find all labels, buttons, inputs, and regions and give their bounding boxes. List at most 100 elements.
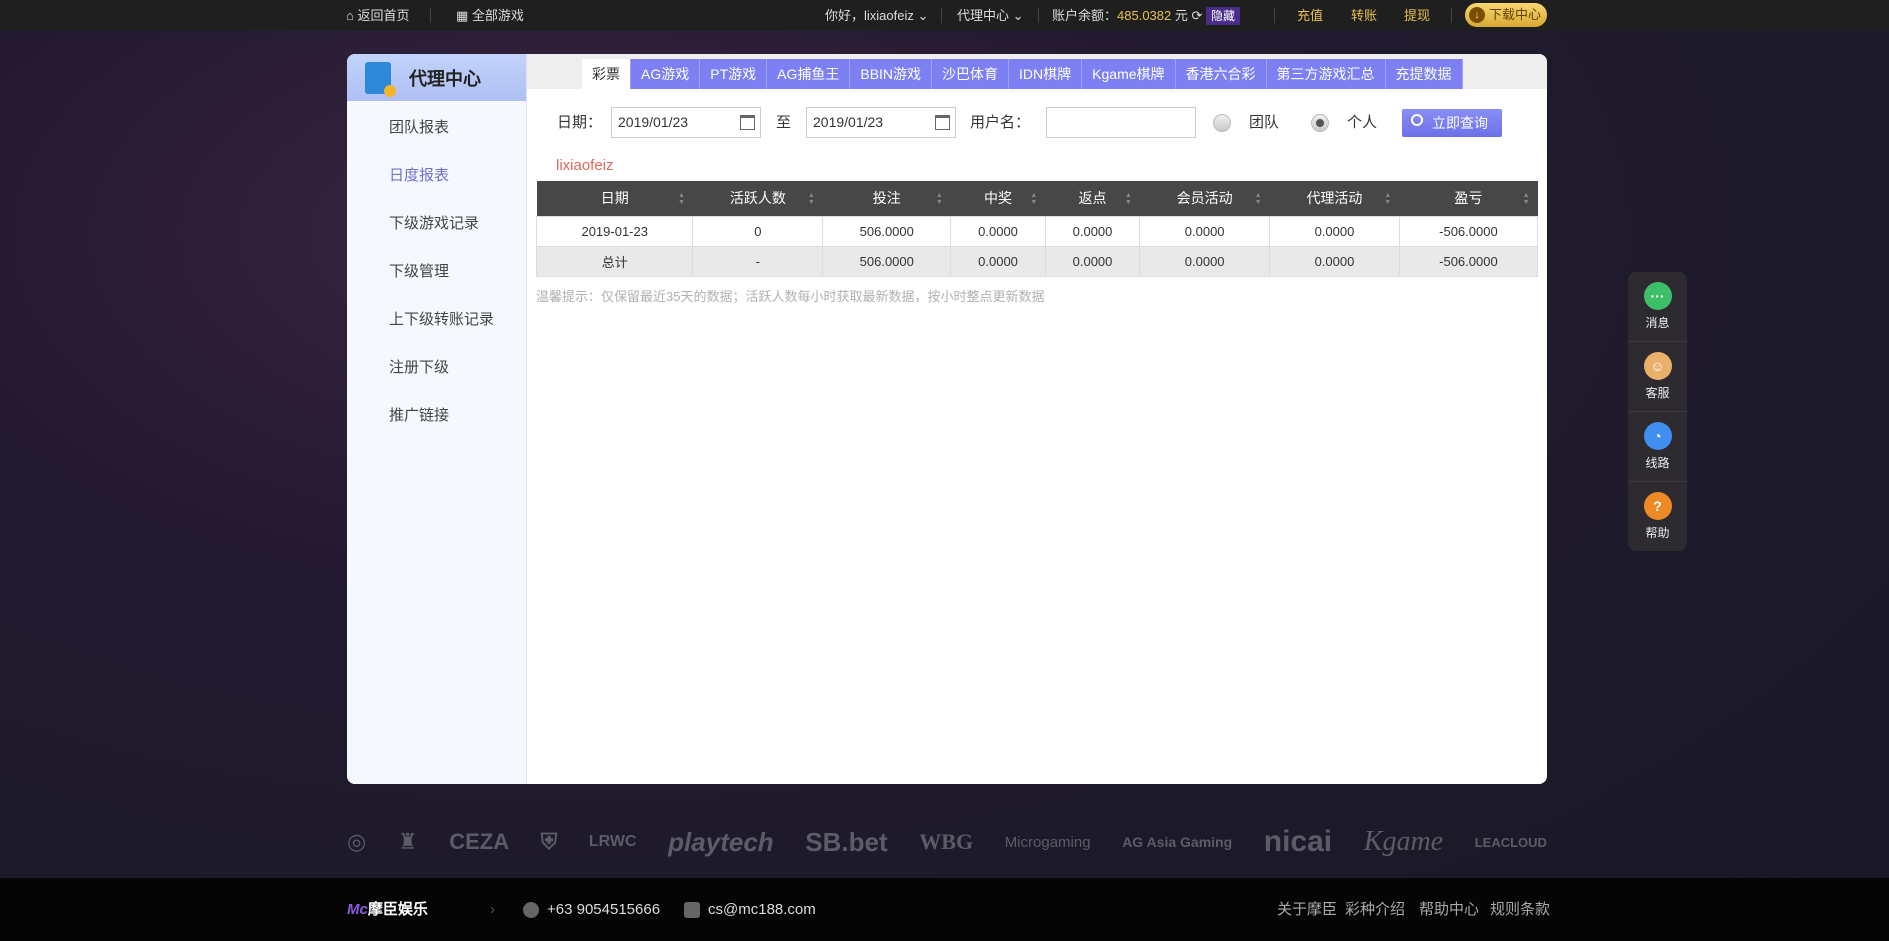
transfer-link[interactable]: 转账 (1351, 0, 1377, 31)
table-cell: 2019-01-23 (535, 215, 694, 247)
column-header[interactable]: 会员活动 ▲ ▼ (1139, 181, 1270, 216)
hide-balance-button[interactable]: 隐藏 (1206, 7, 1241, 25)
sidebar-item-register-sub[interactable]: 注册下级 (389, 356, 449, 377)
message-label: 消息 (1645, 316, 1670, 330)
email-address: cs@mc188.com (708, 901, 816, 918)
home-link[interactable]: ⌂ 返回首页 (346, 0, 409, 31)
help-button[interactable]: ? 帮助 (1628, 482, 1687, 552)
sort-icon[interactable]: ▲ ▼ (1255, 192, 1262, 206)
column-header[interactable]: 盈亏 ▲ ▼ (1399, 181, 1538, 216)
tab-deposit-withdraw-data[interactable]: 充提数据 (1385, 59, 1463, 89)
column-header[interactable]: 活跃人数 ▲ ▼ (692, 181, 823, 216)
sidebar-item-promo-link[interactable]: 推广链接 (389, 404, 449, 425)
sort-icon[interactable]: ▲ ▼ (808, 192, 815, 206)
partner-logo: WBG (919, 829, 974, 854)
tab-kgame-chess[interactable]: Kgame棋牌 (1082, 59, 1176, 89)
home-icon: ⌂ (346, 8, 358, 23)
chevron-down-icon: ⌄ (917, 8, 929, 23)
balance-label: 账户余额： (1052, 8, 1118, 23)
sort-icon[interactable]: ▲ ▼ (1125, 192, 1132, 206)
table-cell: 0 (692, 215, 824, 247)
column-header-label: 中奖 (984, 190, 1013, 207)
footer-link-rules[interactable]: 规则条款 (1490, 878, 1550, 941)
withdraw-link[interactable]: 提现 (1404, 0, 1430, 31)
balance: 账户余额：485.0382 元 ⟳ 隐藏 (1052, 0, 1241, 31)
filter-form: 日期： 2019/01/23 至 2019/01/23 用户名： 团队 个人 立… (552, 107, 1532, 139)
tab-idn-chess[interactable]: IDN棋牌 (1009, 59, 1083, 89)
partner-logo: LEACLOUD (1474, 834, 1547, 850)
column-header[interactable]: 返点 ▲ ▼ (1045, 181, 1140, 216)
agent-center-menu[interactable]: 代理中心 ⌄ (957, 0, 1024, 31)
tab-ag-games[interactable]: AG游戏 (631, 59, 701, 89)
all-games-link[interactable]: ▦ 全部游戏 (456, 0, 524, 31)
deposit-link[interactable]: 充值 (1297, 0, 1323, 31)
date-to-input[interactable]: 2019/01/23 (806, 107, 956, 138)
sidebar-item-team-report[interactable]: 团队报表 (389, 116, 449, 137)
footer-link-help-center[interactable]: 帮助中心 (1419, 878, 1479, 941)
to-label: 至 (776, 114, 792, 131)
sidebar-item-transfer-records[interactable]: 上下级转账记录 (389, 308, 494, 329)
partner-logo: Kgame (1363, 826, 1444, 857)
partner-logo: playtech (668, 826, 774, 857)
column-header-label: 活跃人数 (729, 190, 786, 207)
agent-center-label: 代理中心 (957, 8, 1010, 23)
download-center-button[interactable]: ↓ 下载中心 (1465, 3, 1547, 27)
tip-text: 温馨提示：仅保留最近35天的数据；活跃人数每小时获取最新数据，按小时整点更新数据 (536, 289, 1045, 304)
sidebar-title: 代理中心 (409, 68, 481, 89)
mail-icon (684, 902, 700, 919)
table-cell: 0.0000 (1269, 245, 1400, 277)
team-radio[interactable] (1213, 114, 1231, 132)
column-header[interactable]: 日期 ▲ ▼ (536, 181, 693, 216)
date-from-value: 2019/01/23 (618, 114, 689, 130)
partner-logo: nicai (1263, 825, 1333, 858)
tab-ag-fishing[interactable]: AG捕鱼王 (767, 59, 851, 89)
top-bar: ⌂ 返回首页 ▦ 全部游戏 你好，lixiaofeiz ⌄ 代理中心 ⌄ 账户余… (0, 0, 1889, 31)
agent-panel: 代理中心 团队报表 日度报表 下级游戏记录 下级管理 上下级转账记录 注册下级 … (347, 54, 1547, 784)
current-username: lixiaofeiz (556, 157, 614, 174)
tab-pt-games[interactable]: PT游戏 (700, 59, 768, 89)
headset-agent-icon: ☺ (1643, 352, 1672, 380)
tab-lottery[interactable]: 彩票 (582, 59, 631, 89)
footer-email: cs@mc188.com (684, 878, 816, 941)
column-header[interactable]: 代理活动 ▲ ▼ (1269, 181, 1400, 216)
date-from-input[interactable]: 2019/01/23 (611, 107, 761, 138)
tab-bbin-games[interactable]: BBIN游戏 (850, 59, 933, 89)
sort-icon[interactable]: ▲ ▼ (1384, 192, 1391, 206)
chevron-down-icon: ⌄ (1012, 8, 1024, 23)
sidebar-item-sub-game-records[interactable]: 下级游戏记录 (389, 212, 479, 233)
username-input[interactable] (1046, 107, 1196, 138)
sort-icon[interactable]: ▲ ▼ (678, 192, 685, 206)
sidebar-item-sub-management[interactable]: 下级管理 (389, 260, 449, 281)
username-label: 用户名： (970, 114, 1031, 131)
sort-icon[interactable]: ▲ ▼ (1523, 192, 1530, 206)
footer-link-lottery-intro[interactable]: 彩种介绍 (1345, 878, 1405, 941)
column-header[interactable]: 投注 ▲ ▼ (822, 181, 951, 216)
shield-logo-icon: ⛨ (540, 829, 558, 854)
footer-link-about[interactable]: 关于摩臣 (1277, 878, 1337, 941)
personal-radio[interactable] (1311, 114, 1329, 132)
route-button[interactable]: ◔ 线路 (1628, 412, 1687, 482)
service-label: 客服 (1645, 386, 1670, 400)
user-menu[interactable]: 你好，lixiaofeiz ⌄ (825, 0, 928, 31)
message-button[interactable]: ··· 消息 (1628, 272, 1687, 342)
table-cell: -506.0000 (1398, 245, 1539, 277)
calendar-icon[interactable] (740, 115, 755, 130)
tab-hk-mark-six[interactable]: 香港六合彩 (1175, 59, 1267, 89)
query-button[interactable]: 立即查询 (1402, 109, 1502, 137)
divider (941, 8, 942, 23)
sidebar-item-daily-report[interactable]: 日度报表 (389, 164, 449, 185)
column-header[interactable]: 中奖 ▲ ▼ (950, 181, 1046, 216)
total-row: 总计 -506.0000 0.0000 0.0000 0.0000 0.0000 -506.… (535, 245, 1539, 277)
tab-saba-sports[interactable]: 沙巴体育 (932, 59, 1010, 89)
refresh-icon[interactable]: ⟳ (1192, 8, 1203, 23)
sort-icon[interactable]: ▲ ▼ (1030, 192, 1037, 206)
customer-service-button[interactable]: ☺ 客服 (1628, 342, 1687, 412)
column-header-label: 代理活动 (1306, 190, 1363, 207)
calendar-icon[interactable] (935, 115, 950, 130)
tab-third-party-summary[interactable]: 第三方游戏汇总 (1266, 59, 1386, 89)
column-header-label: 会员活动 (1176, 190, 1233, 207)
table-cell: 0.0000 (1269, 215, 1400, 247)
table-cell: -506.0000 (1398, 215, 1539, 247)
sort-icon[interactable]: ▲ ▼ (936, 192, 943, 206)
table-cell: 0.0000 (1139, 245, 1271, 277)
